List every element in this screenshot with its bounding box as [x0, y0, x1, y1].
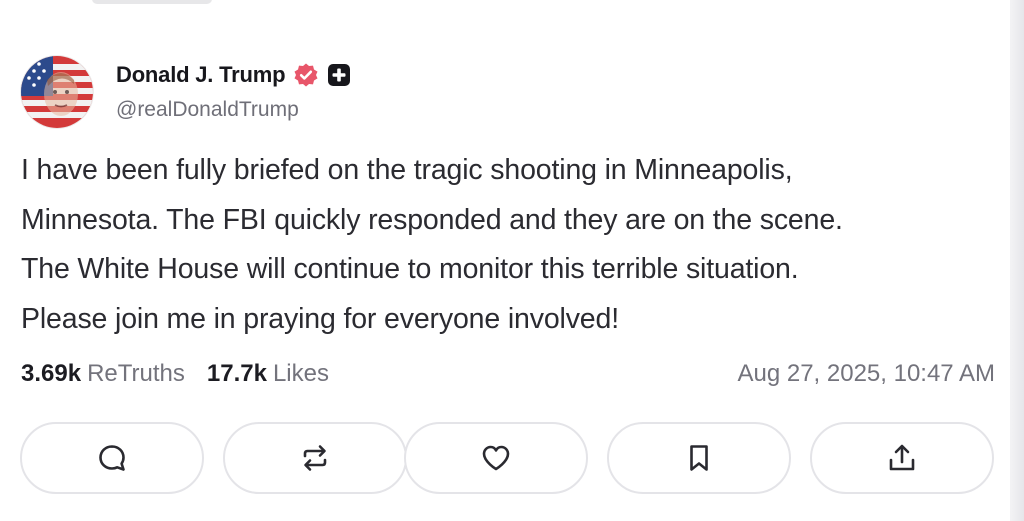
- post-text-line: Minnesota. The FBI quickly responded and…: [21, 203, 843, 236]
- bookmark-icon: [690, 445, 708, 471]
- share-button[interactable]: [810, 422, 994, 494]
- avatar-image: [21, 56, 93, 128]
- retruths-count: 3.69k: [21, 360, 82, 387]
- author-display-name[interactable]: Donald J. Trump: [116, 62, 286, 88]
- likes-stat[interactable]: 17.7k Likes: [207, 360, 329, 388]
- reply-icon: [99, 445, 125, 471]
- post-text-line: I have been fully briefed on the tragic …: [21, 154, 793, 186]
- likes-label: Likes: [272, 360, 329, 387]
- post-timestamp[interactable]: Aug 27, 2025, 10:47 AM: [737, 360, 995, 388]
- post-card: Donald J. Trump @realDonaldTrump I have …: [0, 0, 1024, 521]
- post-text-line: The White House will continue to monitor…: [21, 253, 799, 285]
- author-handle[interactable]: @realDonaldTrump: [116, 98, 351, 122]
- reply-button[interactable]: [20, 422, 204, 494]
- retruth-button[interactable]: [223, 422, 407, 494]
- retruths-stat[interactable]: 3.69k ReTruths: [21, 360, 185, 388]
- like-icon: [482, 445, 510, 471]
- scrollbar-track[interactable]: [1010, 0, 1024, 521]
- author-name-row: Donald J. Trump: [116, 60, 351, 90]
- like-button[interactable]: [404, 422, 588, 494]
- avatar[interactable]: [21, 56, 93, 128]
- previous-post-fragment: [92, 0, 212, 4]
- verified-badge-icon: [293, 62, 319, 88]
- post-text-line: Please join me in praying for everyone i…: [21, 302, 619, 335]
- retruths-label: ReTruths: [87, 360, 185, 387]
- likes-count: 17.7k: [206, 360, 267, 387]
- author-block: Donald J. Trump @realDonaldTrump: [116, 60, 351, 122]
- plus-badge-icon: [327, 63, 351, 87]
- share-icon: [889, 444, 915, 471]
- retruth-icon: [303, 445, 327, 471]
- action-bar: [20, 422, 998, 496]
- post-body: I have been fully briefed on the tragic …: [21, 146, 1011, 344]
- bookmark-button[interactable]: [607, 422, 791, 494]
- post-meta: 3.69k ReTruths 17.7k Likes Aug 27, 2025, 1…: [21, 360, 995, 388]
